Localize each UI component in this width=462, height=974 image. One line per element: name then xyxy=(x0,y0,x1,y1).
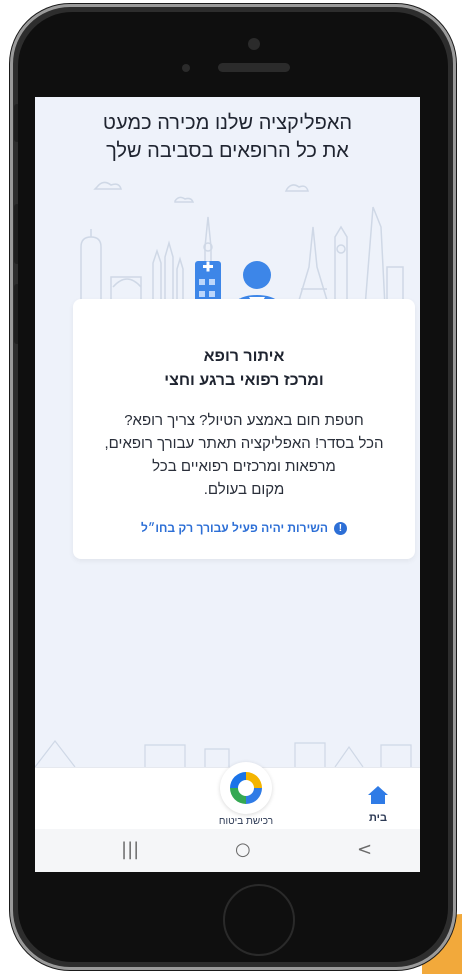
nav-home-button[interactable]: ○ xyxy=(235,839,251,860)
app-screen: האפליקציה שלנו מכירה כמעט את כל הרופאים … xyxy=(35,97,420,872)
earpiece-speaker xyxy=(218,63,290,72)
page-headline: האפליקציה שלנו מכירה כמעט את כל הרופאים … xyxy=(35,109,420,165)
physical-home-button[interactable] xyxy=(223,884,295,956)
card-body-line-2: הכל בסדר! האפליקציה תאתר עבורך רופאים, xyxy=(104,435,384,452)
insurance-logo-icon xyxy=(230,772,262,804)
front-camera xyxy=(248,38,260,50)
bottom-tab-bar: בית רכישת ביטוח xyxy=(35,762,420,830)
home-icon xyxy=(368,786,388,804)
headline-line-1: האפליקציה שלנו מכירה כמעט xyxy=(102,112,353,134)
card-description: חטפת חום באמצע הטיול? צריך רופא? הכל בסד… xyxy=(93,409,395,501)
card-body-line-3: מרפאות ומרכזים רפואיים בכל xyxy=(152,458,336,475)
tab-home-label: בית xyxy=(368,812,388,824)
tab-buy-insurance[interactable]: רכישת ביטוח xyxy=(211,762,281,827)
info-icon: ! xyxy=(333,521,347,535)
abroad-only-notice: ! השירות יהיה פעיל עבורך רק בחו״ל xyxy=(73,521,415,535)
android-navigation-bar: ||| ○ > xyxy=(35,829,420,872)
card-title: איתור רופא ומרכז רפואי ברגע וחצי xyxy=(73,345,415,393)
card-body-line-1: חטפת חום באמצע הטיול? צריך רופא? xyxy=(124,412,364,429)
tab-home[interactable]: בית xyxy=(356,784,400,824)
nav-back-button[interactable]: > xyxy=(357,839,372,860)
card-title-line-2: ומרכז רפואי ברגע וחצי xyxy=(164,372,324,389)
proximity-sensor xyxy=(182,64,190,72)
notice-text: השירות יהיה פעיל עבורך רק בחו״ל xyxy=(141,521,328,535)
tab-insurance-label: רכישת ביטוח xyxy=(218,816,274,827)
headline-line-2: את כל הרופאים בסביבה שלך xyxy=(106,140,349,162)
insurance-logo-button[interactable] xyxy=(220,762,272,814)
recent-apps-button[interactable]: ||| xyxy=(121,839,139,860)
card-body-line-4: מקום בעולם. xyxy=(203,481,285,498)
card-title-line-1: איתור רופא xyxy=(203,348,285,365)
doctor-finder-card: איתור רופא ומרכז רפואי ברגע וחצי חטפת חו… xyxy=(73,299,415,559)
